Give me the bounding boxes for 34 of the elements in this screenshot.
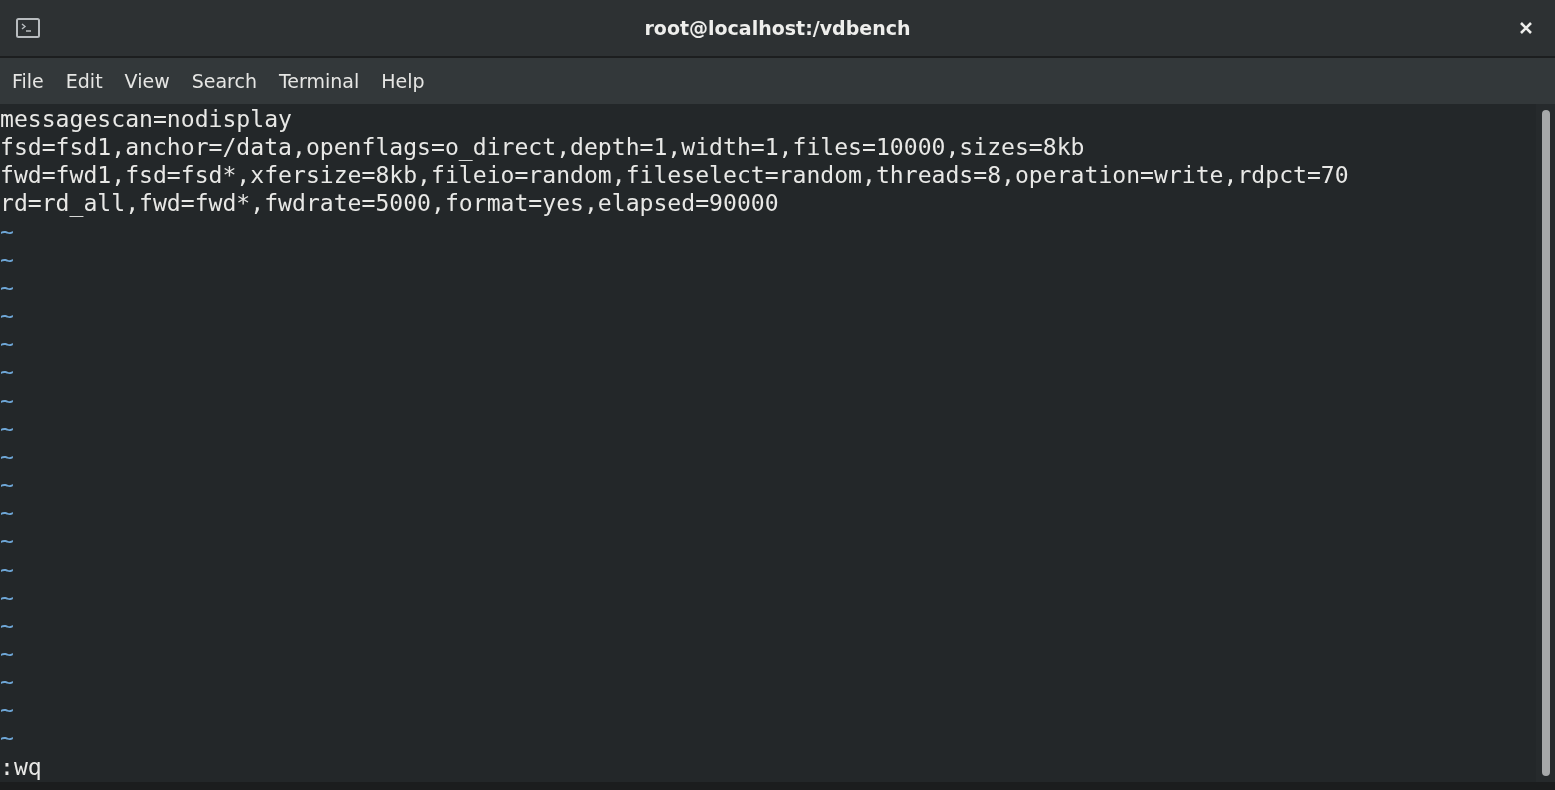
empty-line-marker: ~ (0, 414, 14, 443)
empty-line-marker: ~ (0, 330, 14, 359)
empty-line-marker: ~ (0, 583, 14, 612)
empty-line-marker: ~ (0, 386, 14, 415)
scrollbar-thumb[interactable] (1541, 110, 1550, 776)
terminal-line: fwd=fwd1,fsd=fsd*,xfersize=8kb,fileio=random,fileselect=random,threads=8,operation=write,rdpct=70 (0, 161, 1349, 190)
empty-line-marker: ~ (0, 499, 14, 528)
menu-item[interactable]: Edit (54, 70, 114, 92)
menu-item[interactable]: Terminal (267, 70, 371, 92)
terminal-icon (16, 18, 40, 38)
empty-line-marker: ~ (0, 442, 14, 472)
empty-line-marker: ~ (0, 668, 14, 697)
terminal-line: fsd=fsd1,anchor=/data,openflags=o_direct,depth=1,width=1,files=10000,sizes=8kb (0, 133, 1085, 162)
terminal-line: messagescan=nodisplay (0, 105, 292, 134)
menu-item[interactable]: Help (370, 70, 436, 92)
empty-line-marker: ~ (0, 358, 14, 387)
empty-line-marker: ~ (0, 245, 14, 274)
empty-line-marker: ~ (0, 611, 14, 640)
empty-line-marker: ~ (0, 527, 14, 556)
empty-line-marker: ~ (0, 273, 14, 303)
command-line: :wq (0, 752, 42, 781)
empty-line-marker: ~ (0, 302, 14, 331)
terminal-line: rd=rd_all,fwd=fwd*,fwdrate=5000,format=yes,elapsed=90000 (0, 189, 779, 218)
menu-item[interactable]: File (1, 70, 55, 92)
empty-line-marker: ~ (0, 696, 14, 725)
menu-item[interactable]: Search (180, 70, 268, 92)
empty-line-marker: ~ (0, 217, 14, 246)
window-title: root@localhost:/vdbench (644, 17, 911, 39)
empty-line-marker: ~ (0, 471, 14, 500)
close-icon[interactable] (1519, 21, 1533, 35)
empty-line-marker: ~ (0, 555, 14, 584)
empty-line-marker: ~ (0, 639, 14, 669)
empty-line-marker: ~ (0, 724, 14, 753)
menu-item[interactable]: View (113, 70, 181, 92)
